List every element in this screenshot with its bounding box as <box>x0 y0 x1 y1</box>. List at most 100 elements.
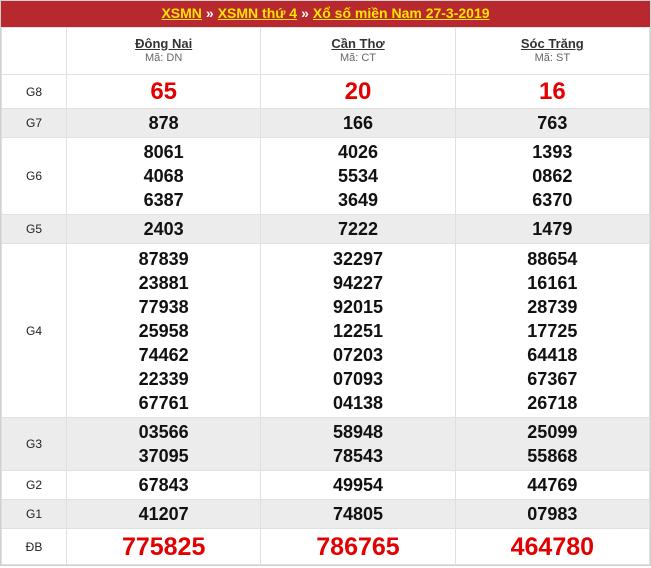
prize-number: 22339 <box>138 368 189 389</box>
prize-number: 4026 <box>337 142 379 162</box>
breadcrumb-link-current-date[interactable]: Xổ số miền Nam 27-3-2019 <box>313 5 490 21</box>
province-header-soc-trang: Sóc Trăng Mã: ST <box>454 27 651 75</box>
prize-number: 2403 <box>143 219 184 239</box>
prize-label: G4 <box>1 243 67 418</box>
prize-row-g5: G5 2403 7222 1479 <box>1 214 651 244</box>
prize-number: 23881 <box>138 272 189 293</box>
prize-number: 88654 <box>527 248 578 269</box>
prize-cell: 763 <box>454 108 651 138</box>
prize-label: G6 <box>1 137 67 215</box>
prize-cell: 74805 <box>260 499 456 529</box>
special-prize-number: 464780 <box>510 532 595 561</box>
prize-number: 65 <box>150 77 178 105</box>
province-name[interactable]: Cần Thơ <box>261 36 454 51</box>
prize-number: 20 <box>344 77 372 105</box>
prize-number: 5534 <box>337 166 379 186</box>
prize-cell: 464780 <box>454 528 651 565</box>
prize-number: 41207 <box>138 504 189 524</box>
prize-number: 166 <box>342 113 374 133</box>
prize-label: G3 <box>1 417 67 471</box>
prize-number: 49954 <box>332 475 384 495</box>
special-prize-number: 786765 <box>316 532 400 561</box>
prize-number: 0862 <box>532 166 573 186</box>
prize-number: 6370 <box>532 190 573 210</box>
prize-number: 44769 <box>527 475 578 495</box>
prize-number: 878 <box>148 113 179 133</box>
prize-number: 16161 <box>527 272 578 293</box>
prize-number: 12251 <box>332 320 384 341</box>
prize-number: 7222 <box>337 219 379 239</box>
prize-cell: 166 <box>260 108 456 138</box>
prize-number: 07093 <box>332 368 384 389</box>
prize-cell: 41207 <box>65 499 262 529</box>
prize-number: 07983 <box>527 504 578 524</box>
prize-number: 58948 <box>332 422 384 442</box>
prize-number: 4068 <box>143 166 184 186</box>
prize-cell: 775825 <box>65 528 262 565</box>
prize-number: 03566 <box>138 422 189 442</box>
prize-number: 87839 <box>138 248 189 269</box>
province-name[interactable]: Đông Nai <box>67 36 260 51</box>
prize-row-g7: G7 878 166 763 <box>1 108 651 138</box>
prize-number: 3649 <box>337 190 379 210</box>
prize-number: 77938 <box>138 296 189 317</box>
province-code: Mã: ST <box>534 52 571 64</box>
prize-number: 64418 <box>527 344 578 365</box>
prize-cell: 67843 <box>65 470 262 500</box>
province-name[interactable]: Sóc Trăng <box>456 36 649 51</box>
prize-number: 8061 <box>143 142 184 162</box>
prize-number: 04138 <box>332 392 384 413</box>
province-header-dong-nai: Đông Nai Mã: DN <box>65 27 262 75</box>
prize-number: 26718 <box>527 392 578 413</box>
prize-number: 67367 <box>527 368 578 389</box>
breadcrumb-link-xsmn-thu-4[interactable]: XSMN thứ 4 <box>218 5 297 21</box>
prize-label: G8 <box>1 74 67 109</box>
breadcrumb-separator: » <box>205 5 214 21</box>
prize-number: 74805 <box>332 504 384 524</box>
prize-number: 78543 <box>332 446 384 466</box>
province-code: Mã: DN <box>145 52 183 64</box>
prize-cell: 65 <box>65 74 262 109</box>
prize-row-g1: G1 41207 74805 07983 <box>1 499 651 529</box>
prize-cell: 44769 <box>454 470 651 500</box>
results-table: Đông Nai Mã: DN Cần Thơ Mã: CT Sóc Trăng… <box>1 27 651 565</box>
prize-row-g6: G6 8061 4068 6387 4026 5534 3649 1393 0862 6370 <box>1 137 651 215</box>
breadcrumb: XSMN» XSMN thứ 4» Xổ số miền Nam 27-3-2019 <box>1 1 650 27</box>
prize-cell: 07983 <box>454 499 651 529</box>
prize-cell: 4026 5534 3649 <box>260 137 456 215</box>
prize-number: 67761 <box>138 392 189 413</box>
prize-cell: 87839 23881 77938 25958 74462 22339 67761 <box>65 243 262 418</box>
prize-number: 16 <box>538 77 566 105</box>
prize-cell: 03566 37095 <box>65 417 262 471</box>
prize-cell: 88654 16161 28739 17725 64418 67367 26718 <box>454 243 651 418</box>
prize-row-g4: G4 87839 23881 77938 25958 74462 22339 67761 322… <box>1 243 651 418</box>
breadcrumb-separator: » <box>301 5 309 21</box>
prize-label: G2 <box>1 470 67 500</box>
prize-number: 94227 <box>332 272 384 293</box>
prize-number: 1393 <box>532 142 573 162</box>
prize-cell: 58948 78543 <box>260 417 456 471</box>
prize-number: 763 <box>537 113 568 133</box>
prize-label: G7 <box>1 108 67 138</box>
prize-number: 28739 <box>527 296 578 317</box>
prize-cell: 1393 0862 6370 <box>454 137 651 215</box>
results-panel: XSMN» XSMN thứ 4» Xổ số miền Nam 27-3-2019… <box>0 0 651 566</box>
prize-row-g3: G3 03566 37095 58948 78543 25099 55868 <box>1 417 651 471</box>
prize-number: 92015 <box>332 296 384 317</box>
prize-label: G1 <box>1 499 67 529</box>
prize-label: ĐB <box>1 528 67 565</box>
prize-number: 17725 <box>527 320 578 341</box>
prize-number: 1479 <box>532 219 573 239</box>
prize-cell: 878 <box>65 108 262 138</box>
header-corner-cell <box>1 27 67 75</box>
prize-cell: 25099 55868 <box>454 417 651 471</box>
prize-cell: 20 <box>260 74 456 109</box>
prize-number: 67843 <box>138 475 189 495</box>
prize-row-đb: ĐB 775825 786765 464780 <box>1 528 651 565</box>
breadcrumb-link-xsmn[interactable]: XSMN <box>161 5 201 21</box>
prize-cell: 786765 <box>260 528 456 565</box>
province-code: Mã: CT <box>339 52 377 64</box>
prize-row-g8: G8 65 20 16 <box>1 74 651 109</box>
prize-cell: 49954 <box>260 470 456 500</box>
prize-number: 55868 <box>527 446 578 466</box>
